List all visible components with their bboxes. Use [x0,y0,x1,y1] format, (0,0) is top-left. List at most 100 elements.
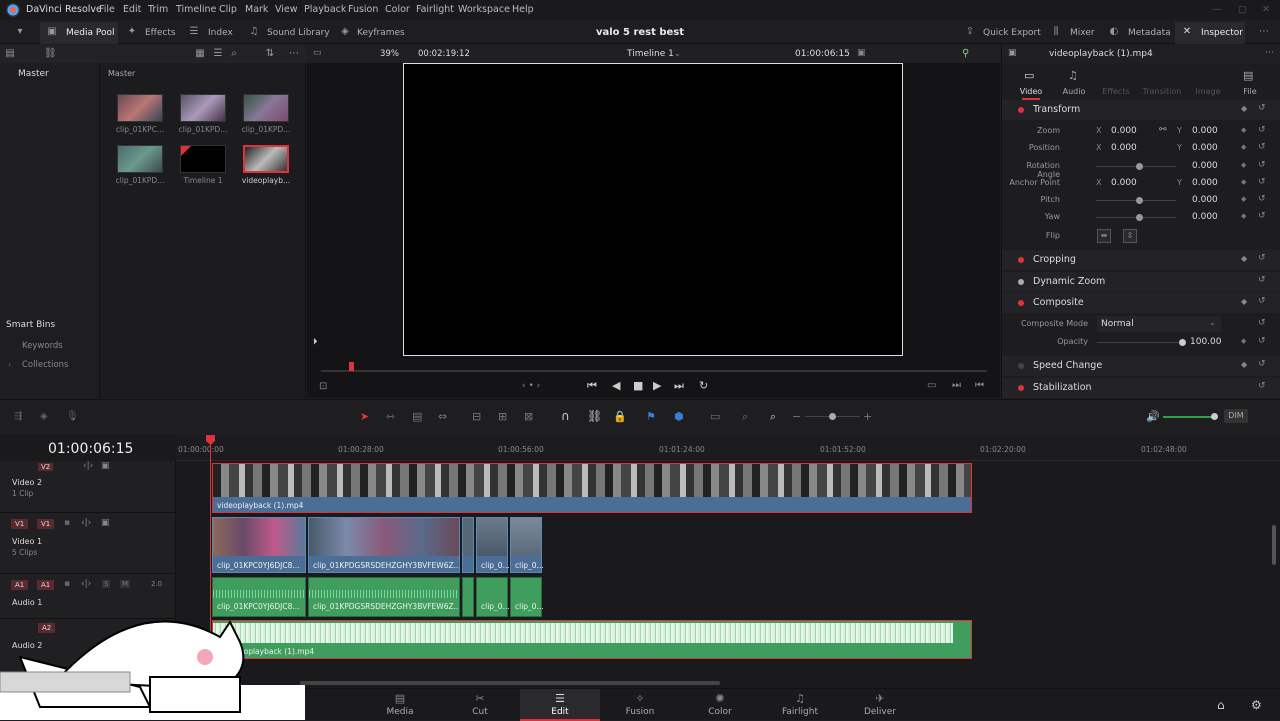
composite-section[interactable]: Composite ◆ ↺ [1002,293,1280,313]
keyframe-icon[interactable]: ◆ [1241,178,1246,186]
lock-track-icon[interactable]: ▪ [64,518,70,528]
rotation-slider-handle[interactable] [1136,163,1143,170]
flag-icon[interactable]: ⚑ [646,410,656,423]
zoom-level[interactable]: 39% [380,49,399,59]
timeline-clip-audio2[interactable]: eoplayback (1).mp4 [212,620,972,659]
solo-button[interactable]: S [102,580,111,588]
reset-icon[interactable]: ↺ [1258,177,1266,187]
reset-icon[interactable]: ↺ [1258,211,1266,221]
tab-file[interactable]: File [1230,87,1270,96]
timeline-clip-video2[interactable]: videoplayback (1).mp4 [212,463,972,513]
timeline-clip-video1[interactable] [462,517,474,573]
anchor-x-field[interactable]: 0.000 [1111,178,1137,188]
position-lock-icon[interactable]: 🔒 [613,410,627,423]
keyframe-icon[interactable]: ◆ [1241,360,1247,369]
keyframe-icon[interactable]: ◆ [1241,337,1246,345]
lock-track-icon[interactable]: ▪ [64,579,70,589]
page-tab-fairlight[interactable]: ♫ Fairlight [760,689,840,721]
menu-fusion[interactable]: Fusion [348,4,378,15]
link-icon[interactable]: ⚯ [1159,125,1167,135]
timeline-name[interactable]: Timeline 1 [627,49,674,59]
reset-icon[interactable]: ↺ [1258,103,1266,113]
more-icon[interactable]: ⋯ [1265,48,1274,58]
audio-meter-icon[interactable]: ◈ [40,411,48,422]
timeline-clip-audio1[interactable]: clip_0... [510,577,543,617]
marker-icon[interactable]: ⬢ [674,410,684,423]
page-tab-fusion[interactable]: ✧ Fusion [600,689,680,721]
match-frame-icon[interactable]: ▭ [927,380,936,391]
close-icon[interactable]: ✕ [1262,4,1270,15]
mute-button[interactable]: M [120,580,131,588]
timeline-clip-audio1[interactable]: clip_01KPDGSRSDEHZGHY3BVFEW6Z... [308,577,460,617]
detail-zoom-icon[interactable]: ⌕ [742,410,748,424]
transform-section[interactable]: Transform ◆ ↺ [1002,100,1280,120]
flip-horizontal-icon[interactable]: ⇹ [1097,229,1111,243]
flip-vertical-icon[interactable]: ⇳ [1123,229,1137,243]
chevron-right-icon[interactable]: › [8,360,11,369]
page-tab-color[interactable]: ✺ Color [680,689,760,721]
enabled-icon[interactable] [1018,257,1024,263]
clip-thumbnail[interactable] [117,94,163,122]
home-icon[interactable]: ⌂ [1217,698,1225,712]
opacity-slider-handle[interactable] [1179,339,1186,346]
menu-workspace[interactable]: Workspace [458,4,510,15]
keyframe-icon[interactable]: ◆ [1241,126,1246,134]
track-target-a1[interactable]: A1 [37,580,55,590]
pitch-field[interactable]: 0.000 [1192,195,1218,205]
sound-library-button[interactable]: Sound Library [267,28,330,38]
speed-change-section[interactable]: Speed Change ◆ ↺ [1002,356,1280,376]
tab-effects[interactable]: Effects [1096,87,1136,96]
timeline-vertical-scrollbar[interactable] [1272,525,1276,565]
replace-clip-icon[interactable]: ⊠ [524,410,533,423]
clip-thumbnail[interactable] [180,94,226,122]
tab-audio[interactable]: Audio [1054,87,1094,96]
timeline-clip-audio1[interactable] [462,577,474,617]
microphone-icon[interactable]: 🎙 [66,411,79,422]
viewer-options-icon[interactable]: ▣ [857,48,866,58]
trim-tool-icon[interactable]: ⇿ [386,410,395,423]
prev-edit-icon[interactable]: ⏮ [975,380,984,391]
page-tab-cut[interactable]: ✂ Cut [440,689,520,721]
layout-icon[interactable]: ▭ [313,48,322,58]
keyframes-button[interactable]: Keyframes [357,28,405,38]
zoom-in-icon[interactable]: + [863,410,872,423]
track-target-v1[interactable]: V1 [37,519,55,529]
menu-view[interactable]: View [275,4,298,15]
metadata-button[interactable]: Metadata [1128,28,1171,38]
volume-slider-handle[interactable] [1211,413,1218,420]
rotation-field[interactable]: 0.000 [1192,161,1218,171]
yaw-slider-handle[interactable] [1136,214,1143,221]
play-reverse-icon[interactable]: ◀ [612,379,620,392]
reset-icon[interactable]: ↺ [1258,381,1266,391]
linked-selection-icon[interactable]: ⛓ [587,409,602,423]
stabilization-section[interactable]: Stabilization ↺ [1002,378,1280,398]
collections-bin[interactable]: Collections [22,360,68,370]
media-pool-button[interactable]: ▣ Media Pool [40,22,118,44]
more-icon[interactable]: ⋯ [288,48,300,60]
disable-track-icon[interactable]: ▣ [101,518,110,528]
timeline-clip-video1[interactable]: clip_0... [476,517,509,573]
chevron-down-icon[interactable]: ⌄ [674,49,681,58]
panel-toggle-icon[interactable]: ▾ [14,26,26,38]
overwrite-clip-icon[interactable]: ⊞ [498,410,507,423]
reset-icon[interactable]: ↺ [1258,253,1266,263]
reset-icon[interactable]: ↺ [1258,296,1266,306]
go-to-end-icon[interactable]: ⏭ [674,379,684,393]
opacity-field[interactable]: 100.00 [1190,337,1222,347]
settings-gear-icon[interactable]: ⚙ [1251,698,1262,712]
thumbnail-view-icon[interactable]: ▦ [194,48,206,60]
quick-export-button[interactable]: Quick Export [983,28,1041,38]
scrubber-playhead[interactable] [349,362,354,371]
keyframe-icon[interactable]: ◆ [1241,254,1247,263]
source-patch-v1[interactable]: V1 [11,519,29,529]
timeline-timecode[interactable]: 01:00:06:15 [48,441,133,457]
timeline-clip-video1[interactable]: clip_01KPC0YJ6DJC8... [212,517,306,573]
tab-video[interactable]: Video [1011,87,1051,96]
menu-mark[interactable]: Mark [245,4,268,15]
reset-icon[interactable]: ↺ [1258,194,1266,204]
timeline-horizontal-scrollbar[interactable] [300,681,720,685]
keyframe-icon[interactable]: ◆ [1241,104,1247,113]
enabled-icon[interactable] [1018,300,1024,306]
reset-icon[interactable]: ↺ [1258,318,1266,328]
more-options-icon[interactable]: ⋯ [1258,26,1270,38]
